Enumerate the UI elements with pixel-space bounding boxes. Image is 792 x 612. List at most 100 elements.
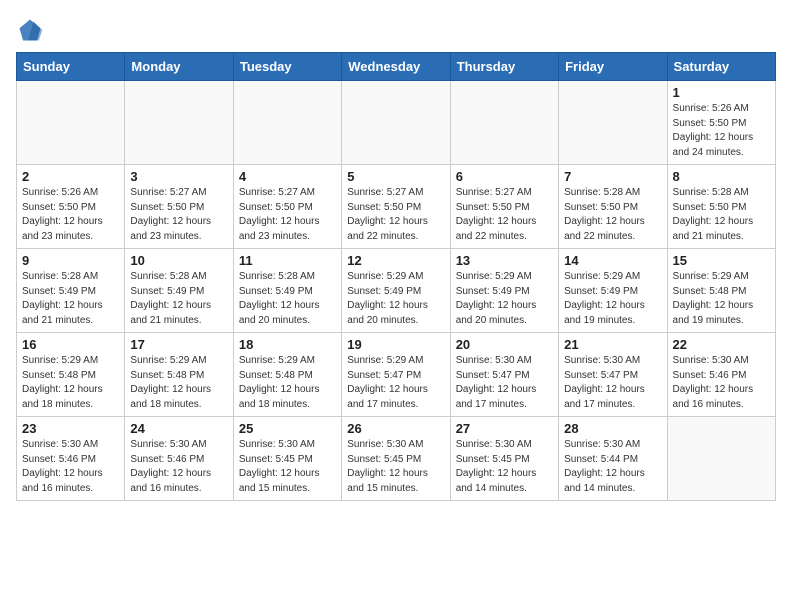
day-number: 6: [456, 169, 553, 184]
page-header: [16, 16, 776, 44]
day-info: Sunrise: 5:28 AM Sunset: 5:49 PM Dayligh…: [22, 270, 119, 328]
calendar-week-row: 1 Sunrise: 5:26 AM Sunset: 5:50 PM Daylig…: [17, 81, 776, 165]
calendar-cell: 11 Sunrise: 5:28 AM Sunset: 5:49 PM Dayli…: [233, 249, 341, 333]
calendar-header-wednesday: Wednesday: [342, 53, 450, 81]
day-number: 15: [673, 253, 770, 268]
day-info: Sunrise: 5:27 AM Sunset: 5:50 PM Dayligh…: [130, 186, 227, 244]
calendar-cell: 16Sunrise: 5:29 AM Sunset: 5:48 PM Dayli…: [17, 333, 125, 417]
calendar-cell: 9 Sunrise: 5:28 AM Sunset: 5:49 PM Daylig…: [17, 249, 125, 333]
day-info: Sunrise: 5:26 AM Sunset: 5:50 PM Dayligh…: [673, 102, 770, 160]
day-info: Sunrise: 5:28 AM Sunset: 5:49 PM Dayligh…: [130, 270, 227, 328]
calendar-cell: 3 Sunrise: 5:27 AM Sunset: 5:50 PM Daylig…: [125, 165, 233, 249]
calendar-cell: 21 Sunrise: 5:30 AM Sunset: 5:47 PM Dayli…: [559, 333, 667, 417]
day-number: 1: [673, 85, 770, 100]
day-number: 7: [564, 169, 661, 184]
day-info: Sunrise: 5:27 AM Sunset: 5:50 PM Dayligh…: [347, 186, 444, 244]
calendar-cell: [125, 81, 233, 165]
calendar-header-saturday: Saturday: [667, 53, 775, 81]
day-info: Sunrise: 5:28 AM Sunset: 5:50 PM Dayligh…: [673, 186, 770, 244]
day-number: 12: [347, 253, 444, 268]
day-number: 23: [22, 421, 119, 436]
calendar-cell: [17, 81, 125, 165]
day-info: Sunrise: 5:29 AM Sunset: 5:48 PM Dayligh…: [130, 354, 227, 412]
day-number: 24: [130, 421, 227, 436]
calendar-week-row: 9 Sunrise: 5:28 AM Sunset: 5:49 PM Daylig…: [17, 249, 776, 333]
day-number: 9: [22, 253, 119, 268]
day-number: 27: [456, 421, 553, 436]
day-number: 4: [239, 169, 336, 184]
day-info: Sunrise: 5:30 AM Sunset: 5:45 PM Dayligh…: [456, 438, 553, 496]
calendar-cell: 24 Sunrise: 5:30 AM Sunset: 5:46 PM Dayli…: [125, 417, 233, 501]
calendar-cell: 25 Sunrise: 5:30 AM Sunset: 5:45 PM Dayli…: [233, 417, 341, 501]
calendar-cell: [233, 81, 341, 165]
calendar-header-row: SundayMondayTuesdayWednesdayThursdayFrid…: [17, 53, 776, 81]
day-number: 20: [456, 337, 553, 352]
day-info: Sunrise: 5:29 AM Sunset: 5:47 PM Dayligh…: [347, 354, 444, 412]
day-number: 19: [347, 337, 444, 352]
day-number: 26: [347, 421, 444, 436]
calendar-header-sunday: Sunday: [17, 53, 125, 81]
calendar-header-thursday: Thursday: [450, 53, 558, 81]
day-info: Sunrise: 5:26 AM Sunset: 5:50 PM Dayligh…: [22, 186, 119, 244]
day-info: Sunrise: 5:29 AM Sunset: 5:49 PM Dayligh…: [564, 270, 661, 328]
day-number: 25: [239, 421, 336, 436]
day-number: 3: [130, 169, 227, 184]
calendar-cell: [667, 417, 775, 501]
calendar-cell: 8 Sunrise: 5:28 AM Sunset: 5:50 PM Daylig…: [667, 165, 775, 249]
day-info: Sunrise: 5:30 AM Sunset: 5:47 PM Dayligh…: [564, 354, 661, 412]
calendar-cell: [450, 81, 558, 165]
calendar-cell: [559, 81, 667, 165]
calendar-cell: 5 Sunrise: 5:27 AM Sunset: 5:50 PM Daylig…: [342, 165, 450, 249]
calendar-cell: 6 Sunrise: 5:27 AM Sunset: 5:50 PM Daylig…: [450, 165, 558, 249]
day-info: Sunrise: 5:28 AM Sunset: 5:50 PM Dayligh…: [564, 186, 661, 244]
day-info: Sunrise: 5:30 AM Sunset: 5:45 PM Dayligh…: [239, 438, 336, 496]
day-info: Sunrise: 5:29 AM Sunset: 5:48 PM Dayligh…: [673, 270, 770, 328]
day-number: 5: [347, 169, 444, 184]
logo-icon: [16, 16, 44, 44]
day-number: 28: [564, 421, 661, 436]
day-number: 22: [673, 337, 770, 352]
day-number: 10: [130, 253, 227, 268]
day-info: Sunrise: 5:27 AM Sunset: 5:50 PM Dayligh…: [239, 186, 336, 244]
calendar-header-monday: Monday: [125, 53, 233, 81]
calendar-cell: 12 Sunrise: 5:29 AM Sunset: 5:49 PM Dayli…: [342, 249, 450, 333]
day-info: Sunrise: 5:30 AM Sunset: 5:44 PM Dayligh…: [564, 438, 661, 496]
calendar-cell: 20Sunrise: 5:30 AM Sunset: 5:47 PM Dayli…: [450, 333, 558, 417]
day-info: Sunrise: 5:30 AM Sunset: 5:46 PM Dayligh…: [130, 438, 227, 496]
calendar-cell: 27 Sunrise: 5:30 AM Sunset: 5:45 PM Dayli…: [450, 417, 558, 501]
calendar-header-tuesday: Tuesday: [233, 53, 341, 81]
calendar-cell: 18 Sunrise: 5:29 AM Sunset: 5:48 PM Dayli…: [233, 333, 341, 417]
calendar-cell: 2 Sunrise: 5:26 AM Sunset: 5:50 PM Daylig…: [17, 165, 125, 249]
calendar-cell: 10 Sunrise: 5:28 AM Sunset: 5:49 PM Dayli…: [125, 249, 233, 333]
calendar-cell: 22Sunrise: 5:30 AM Sunset: 5:46 PM Dayli…: [667, 333, 775, 417]
day-number: 2: [22, 169, 119, 184]
calendar-cell: 15 Sunrise: 5:29 AM Sunset: 5:48 PM Dayli…: [667, 249, 775, 333]
day-number: 21: [564, 337, 661, 352]
day-info: Sunrise: 5:28 AM Sunset: 5:49 PM Dayligh…: [239, 270, 336, 328]
day-number: 14: [564, 253, 661, 268]
calendar-cell: 17Sunrise: 5:29 AM Sunset: 5:48 PM Dayli…: [125, 333, 233, 417]
calendar-week-row: 23 Sunrise: 5:30 AM Sunset: 5:46 PM Dayli…: [17, 417, 776, 501]
day-info: Sunrise: 5:29 AM Sunset: 5:49 PM Dayligh…: [347, 270, 444, 328]
calendar-cell: 7 Sunrise: 5:28 AM Sunset: 5:50 PM Daylig…: [559, 165, 667, 249]
calendar-week-row: 16Sunrise: 5:29 AM Sunset: 5:48 PM Dayli…: [17, 333, 776, 417]
day-info: Sunrise: 5:27 AM Sunset: 5:50 PM Dayligh…: [456, 186, 553, 244]
calendar-cell: 23 Sunrise: 5:30 AM Sunset: 5:46 PM Dayli…: [17, 417, 125, 501]
day-number: 13: [456, 253, 553, 268]
calendar-cell: 13Sunrise: 5:29 AM Sunset: 5:49 PM Dayli…: [450, 249, 558, 333]
calendar-week-row: 2 Sunrise: 5:26 AM Sunset: 5:50 PM Daylig…: [17, 165, 776, 249]
calendar-table: SundayMondayTuesdayWednesdayThursdayFrid…: [16, 52, 776, 501]
day-info: Sunrise: 5:30 AM Sunset: 5:45 PM Dayligh…: [347, 438, 444, 496]
calendar-cell: 1 Sunrise: 5:26 AM Sunset: 5:50 PM Daylig…: [667, 81, 775, 165]
day-number: 11: [239, 253, 336, 268]
calendar-cell: 4 Sunrise: 5:27 AM Sunset: 5:50 PM Daylig…: [233, 165, 341, 249]
calendar-cell: 26 Sunrise: 5:30 AM Sunset: 5:45 PM Dayli…: [342, 417, 450, 501]
logo: [16, 16, 48, 44]
day-info: Sunrise: 5:29 AM Sunset: 5:48 PM Dayligh…: [22, 354, 119, 412]
day-number: 8: [673, 169, 770, 184]
day-info: Sunrise: 5:29 AM Sunset: 5:48 PM Dayligh…: [239, 354, 336, 412]
day-info: Sunrise: 5:30 AM Sunset: 5:46 PM Dayligh…: [22, 438, 119, 496]
day-number: 18: [239, 337, 336, 352]
calendar-cell: [342, 81, 450, 165]
calendar-cell: 19 Sunrise: 5:29 AM Sunset: 5:47 PM Dayli…: [342, 333, 450, 417]
